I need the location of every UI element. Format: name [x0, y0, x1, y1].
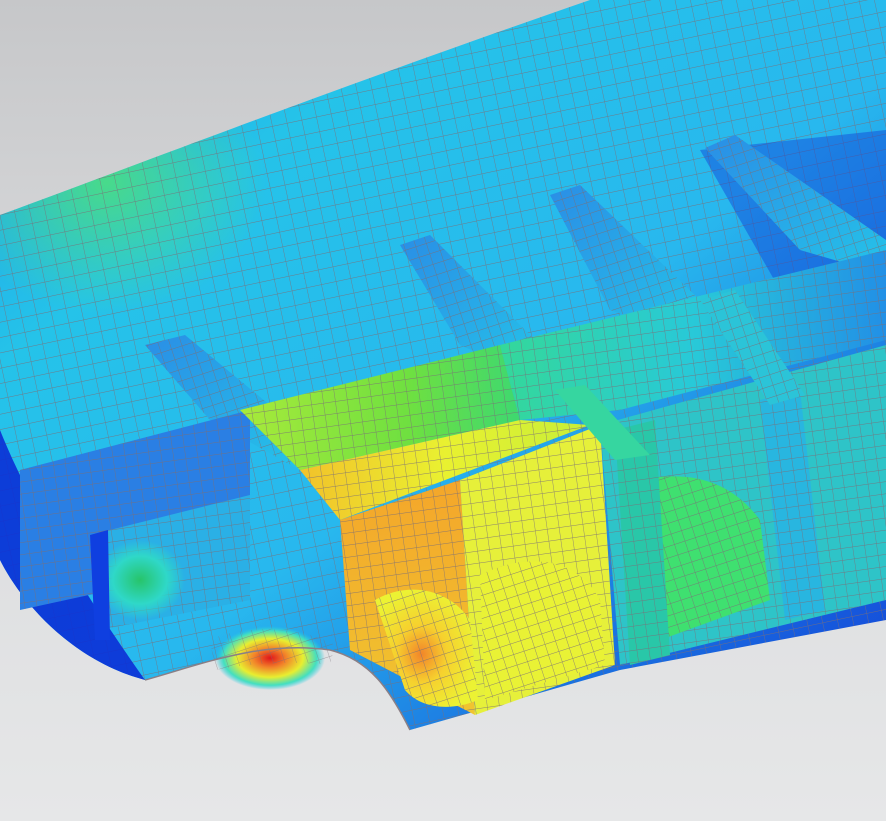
fea-stress-contour-model[interactable] [0, 0, 886, 821]
fea-viewport[interactable] [0, 0, 886, 821]
